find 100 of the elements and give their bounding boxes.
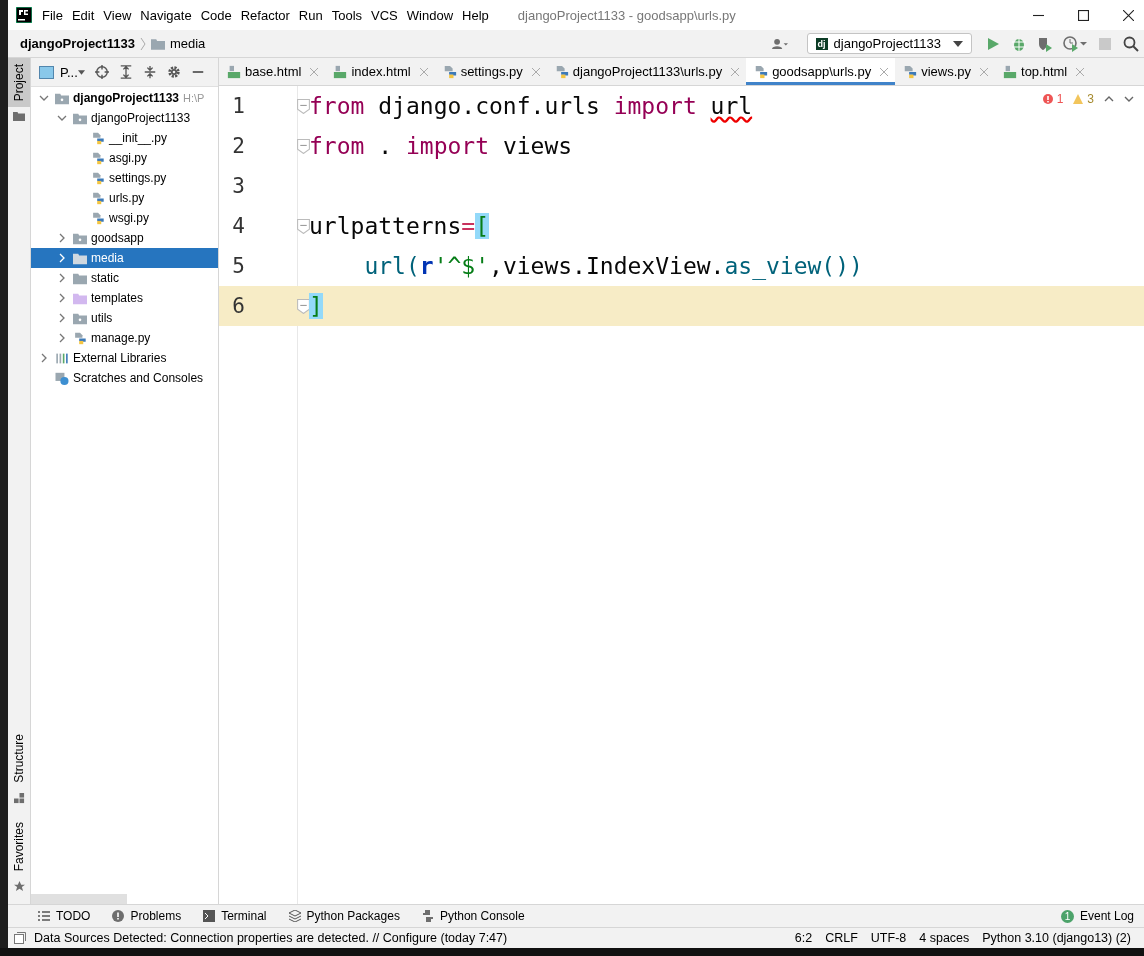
status-item[interactable]: UTF-8 <box>870 931 907 945</box>
tree-item[interactable]: static <box>91 271 119 285</box>
tree-item[interactable]: djangoProject1133 <box>91 111 191 125</box>
maximize-icon[interactable] <box>1078 9 1089 21</box>
python-file-icon <box>442 64 457 79</box>
error-icon <box>1042 94 1053 104</box>
profiler-icon[interactable] <box>1063 35 1087 52</box>
settings-icon[interactable] <box>166 65 181 79</box>
menu-item[interactable]: Code <box>200 7 232 23</box>
python-file-icon <box>73 331 87 345</box>
tree-item[interactable]: djangoProject1133 <box>73 91 180 105</box>
tool-window-tab[interactable]: Project <box>8 58 30 108</box>
tree-item[interactable]: __init__.py <box>109 131 168 145</box>
tool-window-tab[interactable]: Structure <box>8 727 30 789</box>
chevron-right-icon[interactable] <box>57 333 67 343</box>
coverage-icon[interactable] <box>1037 35 1053 52</box>
menu-item[interactable]: Refactor <box>240 7 290 23</box>
run-configuration-dropdown[interactable]: dj djangoProject1133 <box>806 33 972 54</box>
chevron-right-icon[interactable] <box>57 253 67 263</box>
menu-item[interactable]: Help <box>462 7 489 23</box>
list-icon <box>38 910 50 922</box>
editor-tab[interactable]: views.py <box>895 58 995 85</box>
tree-item[interactable]: External Libraries <box>73 351 167 365</box>
chevron-down-icon[interactable] <box>57 113 67 123</box>
editor-tab[interactable]: goodsapp\urls.py <box>746 58 896 85</box>
folder-icon <box>73 251 87 265</box>
html-file-icon <box>227 64 241 79</box>
editor-tab[interactable]: settings.py <box>434 58 547 85</box>
event-log-button[interactable]: 1 Event Log <box>1060 909 1134 923</box>
tree-item[interactable]: media <box>91 251 124 265</box>
fold-marker-icon[interactable] <box>297 138 310 154</box>
locate-icon[interactable] <box>94 65 109 79</box>
menu-item[interactable]: Tools <box>331 7 363 23</box>
tool-window-button[interactable]: Python Console <box>421 909 525 923</box>
tool-window-button[interactable]: Terminal <box>203 909 267 923</box>
menu-item[interactable]: File <box>42 7 63 23</box>
code-line: from django.conf.urls import url <box>309 93 753 119</box>
menu-item[interactable]: Run <box>298 7 323 23</box>
chevron-up-icon[interactable] <box>1104 94 1114 104</box>
chevron-right-icon[interactable] <box>57 293 67 303</box>
chevron-right-icon[interactable] <box>57 273 67 283</box>
status-item[interactable]: Python 3.10 (django13) (2) <box>982 931 1131 945</box>
line-number: 5 <box>231 254 245 278</box>
tree-item[interactable]: asgi.py <box>109 151 148 165</box>
tool-window-button[interactable]: Problems <box>112 909 182 923</box>
scrollbar[interactable] <box>31 894 127 904</box>
code-line: from . import views <box>309 133 573 159</box>
chevron-down-icon[interactable] <box>39 93 49 103</box>
menu-item[interactable]: Window <box>406 7 454 23</box>
editor-tab[interactable]: base.html <box>219 58 326 85</box>
breadcrumb-item[interactable]: djangoProject1133 <box>20 36 135 51</box>
tool-window-tab[interactable]: Favorites <box>8 815 30 877</box>
status-message[interactable]: Data Sources Detected: Connection properties are detected. // Configure (today 7:47) <box>34 931 508 945</box>
search-icon[interactable] <box>1123 35 1139 52</box>
star-icon <box>13 881 25 892</box>
chevron-right-icon[interactable] <box>39 353 49 363</box>
chevron-right-icon[interactable] <box>57 313 67 323</box>
chevron-down-icon[interactable] <box>1124 94 1134 104</box>
status-item[interactable]: 4 spaces <box>919 931 970 945</box>
tree-item[interactable]: goodsapp <box>91 231 144 245</box>
notification-icon[interactable] <box>14 932 26 944</box>
menu-item[interactable]: Navigate <box>140 7 192 23</box>
chevron-right-icon <box>139 36 146 51</box>
editor-tab[interactable]: top.html <box>995 58 1092 85</box>
fold-marker-icon[interactable] <box>297 218 310 234</box>
status-item[interactable]: 6:2 <box>794 931 813 945</box>
python-file-icon <box>91 131 105 145</box>
tree-item[interactable]: utils <box>91 311 113 325</box>
tool-window-button[interactable]: Python Packages <box>288 909 400 923</box>
tool-window-button[interactable]: TODO <box>38 909 91 923</box>
fold-marker-icon[interactable] <box>297 98 310 114</box>
menu-item[interactable]: VCS <box>371 7 398 23</box>
python-file-icon <box>91 211 105 225</box>
line-number: 1 <box>231 94 245 118</box>
menu-item[interactable]: View <box>103 7 132 23</box>
menu-item[interactable]: Edit <box>71 7 95 23</box>
breadcrumb-item[interactable]: media <box>169 36 206 51</box>
status-item[interactable]: CRLF <box>825 931 858 945</box>
tree-item[interactable]: manage.py <box>91 331 151 345</box>
tree-item[interactable]: settings.py <box>109 171 167 185</box>
chevron-right-icon[interactable] <box>57 233 67 243</box>
line-number: 6 <box>231 294 245 318</box>
tree-item[interactable]: urls.py <box>109 191 145 205</box>
close-icon[interactable] <box>1123 9 1134 21</box>
folder-icon <box>13 111 25 122</box>
tree-item[interactable]: wsgi.py <box>109 211 149 225</box>
window-title: djangoProject1133 - goodsapp\urls.py <box>517 7 736 23</box>
editor-tab[interactable]: djangoProject1133\urls.py <box>546 58 747 85</box>
tree-item[interactable]: templates <box>91 291 144 305</box>
expand-all-icon[interactable] <box>118 65 133 79</box>
error-count[interactable]: 1 <box>1056 92 1064 106</box>
editor-tab[interactable]: index.html <box>325 58 435 85</box>
run-icon[interactable] <box>985 35 1001 52</box>
fold-marker-icon[interactable] <box>297 298 310 314</box>
collapse-all-icon[interactable] <box>142 65 157 79</box>
view-selector[interactable]: P... <box>60 64 78 80</box>
html-file-icon <box>1003 64 1017 79</box>
folder-icon <box>150 37 165 50</box>
python-file-icon <box>91 191 105 205</box>
tree-item[interactable]: Scratches and Consoles <box>73 371 204 385</box>
